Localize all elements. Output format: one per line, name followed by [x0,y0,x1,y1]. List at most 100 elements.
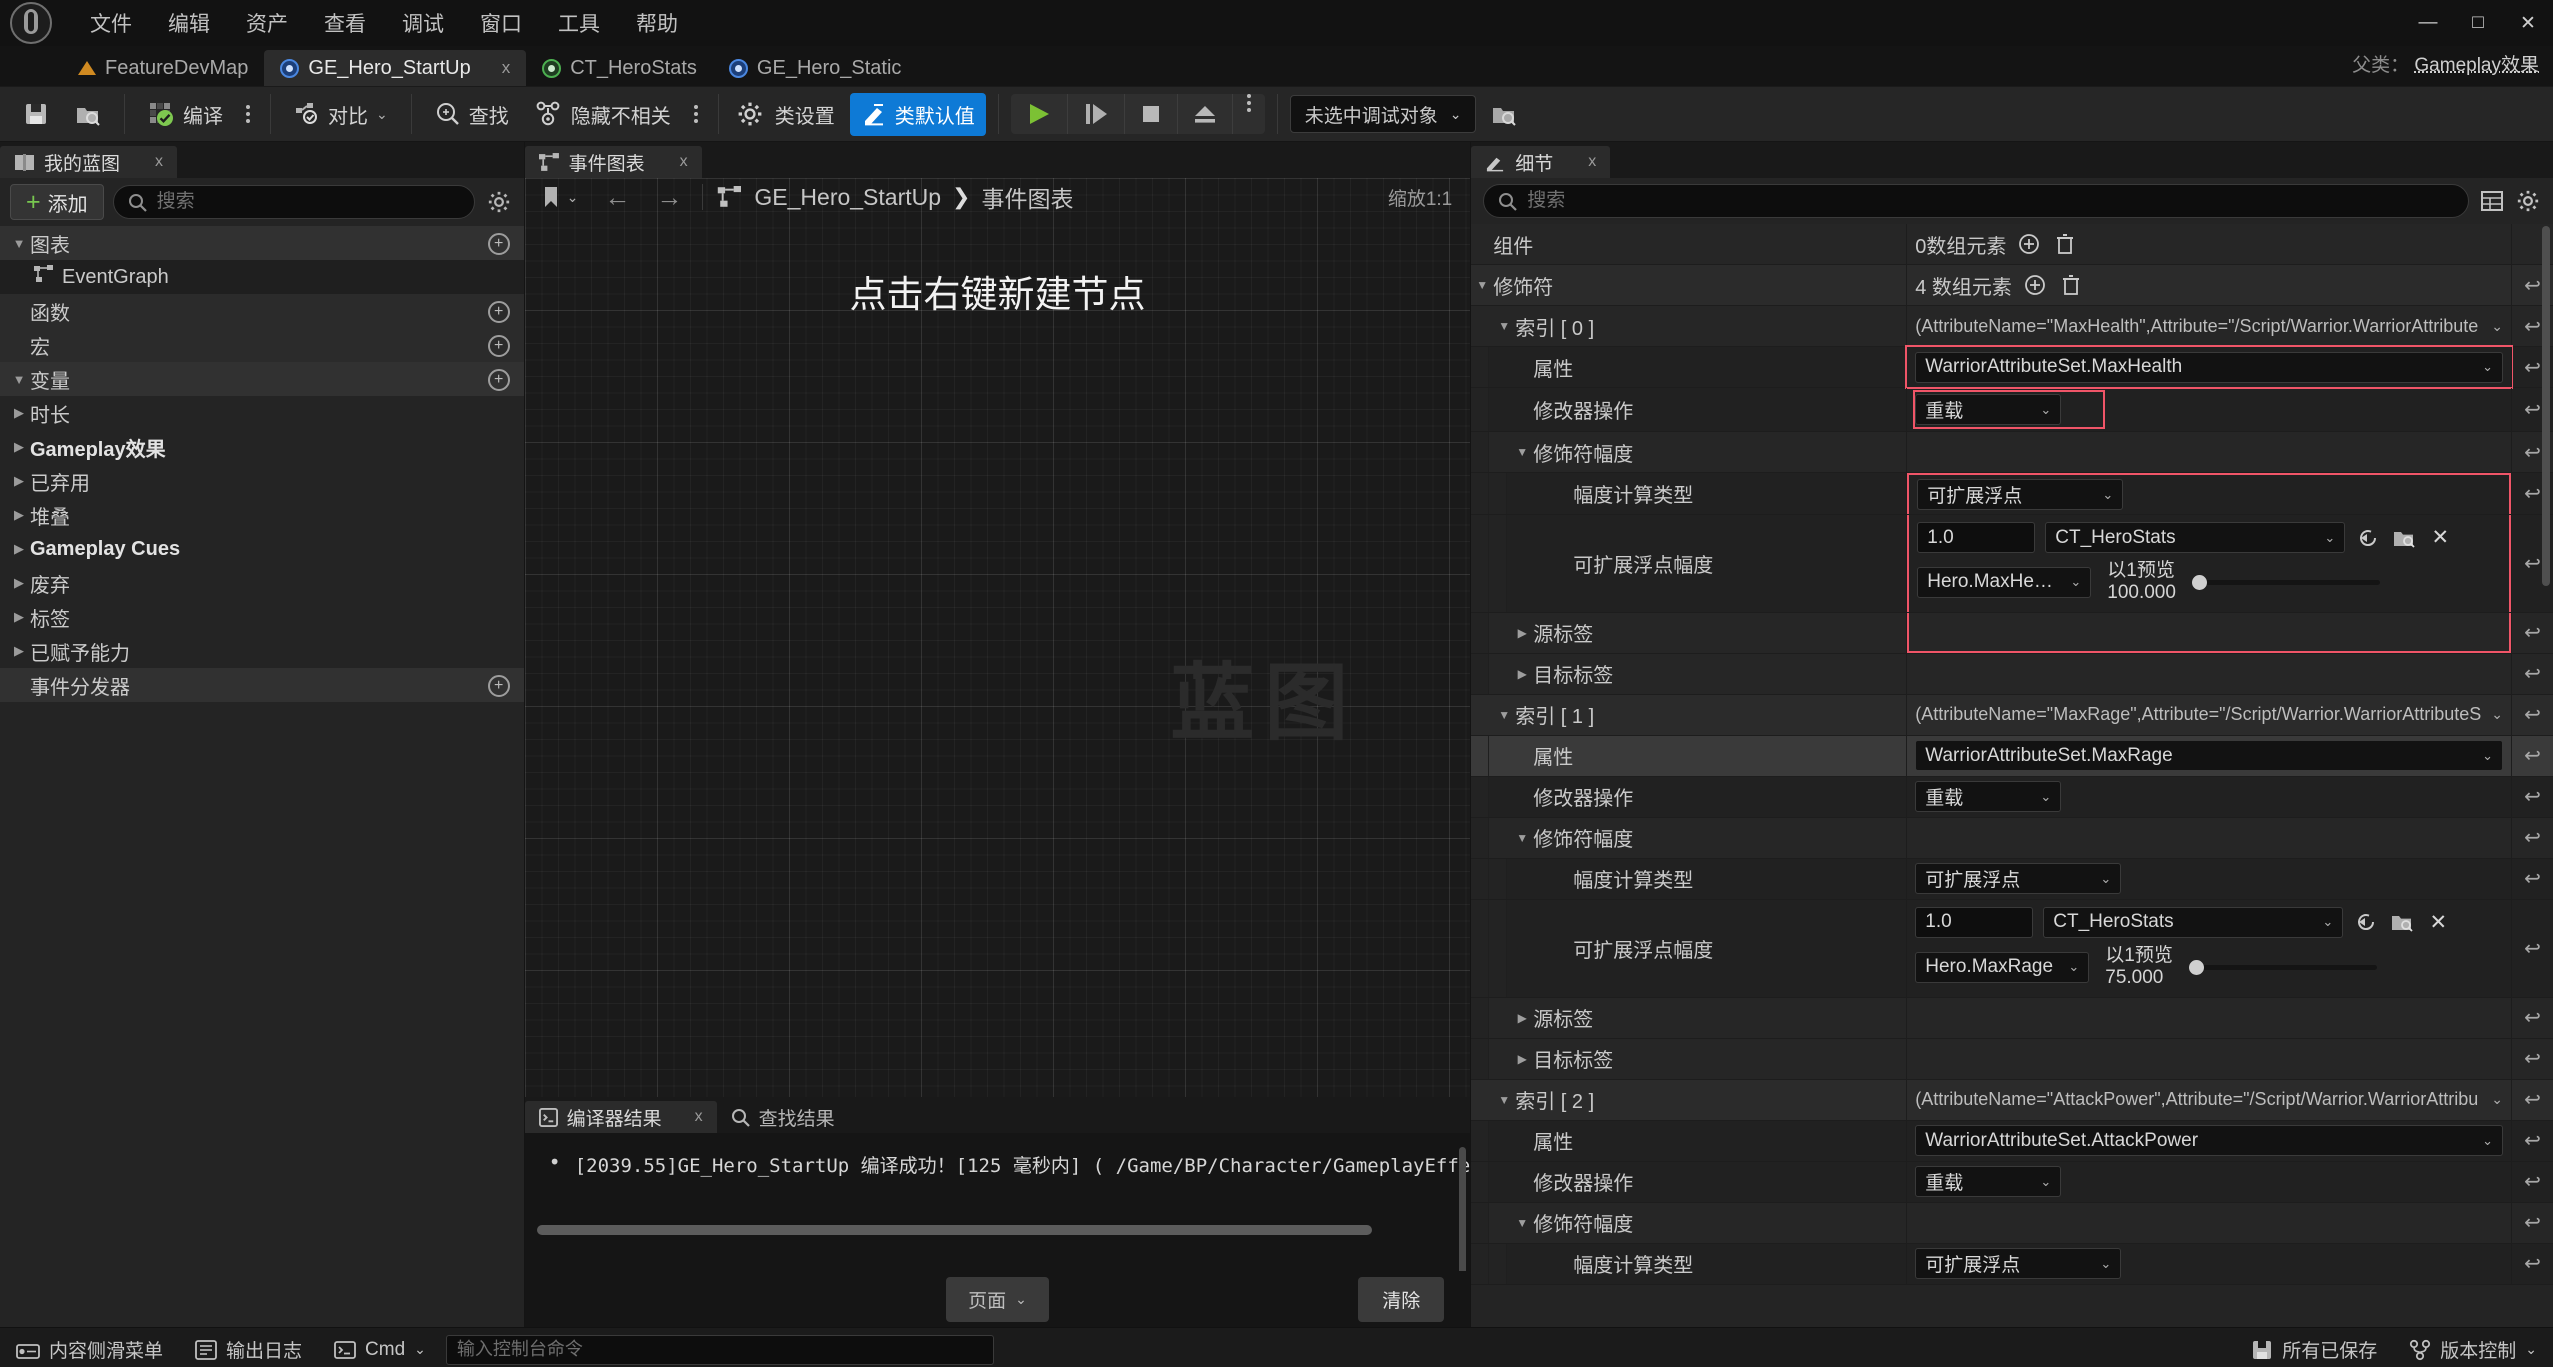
close-window-button[interactable]: ✕ [2503,0,2553,46]
sidebar-item-gameplay-effect[interactable]: ▶ Gameplay效果 [0,430,524,464]
my-blueprint-search[interactable] [113,185,475,219]
sidebar-item-deprecated[interactable]: ▶ 已弃用 [0,464,524,498]
revision-control-button[interactable]: 版本控制 ⌄ [2393,1328,2553,1367]
use-selected-asset-icon[interactable] [2353,909,2379,935]
table-row-scalable-float-1[interactable]: 可扩展浮点幅度 1.0 CT_HeroStats ⌄ ✕ Hero.MaxRag… [1471,900,2553,998]
minimize-button[interactable]: — [2403,0,2453,46]
add-array-element-button[interactable] [2022,272,2048,298]
table-row-index-1[interactable]: ▼ 索引 [ 1 ] (AttributeName="MaxRage",Attr… [1471,695,2553,736]
sidebar-item-gameplay-cues[interactable]: ▶ Gameplay Cues [0,532,524,566]
debug-object-dropdown[interactable]: 未选中调试对象 ⌄ [1290,95,1477,133]
menu-tools[interactable]: 工具 [540,2,618,44]
chevron-down-icon[interactable]: ▼ [1493,1093,1515,1107]
asset-tab-ge-hero-startup[interactable]: GE_Hero_StartUp x [264,50,526,86]
table-row-attribute-2[interactable]: 属性 WarriorAttributeSet.AttackPower ⌄ ↩ [1471,1121,2553,1162]
menu-debug[interactable]: 调试 [384,2,462,44]
tab-compiler-results[interactable]: 编译器结果 x [525,1101,717,1133]
chevron-right-icon[interactable]: ▶ [1511,626,1533,640]
modifier-op-dropdown[interactable]: 重载 ⌄ [1915,394,2061,425]
table-row-magnitude-calc-type-2[interactable]: 幅度计算类型 可扩展浮点 ⌄ ↩ [1471,1244,2553,1285]
sidebar-item-duration[interactable]: ▶ 时长 [0,396,524,430]
compiler-log-horizontal-scrollbar[interactable] [537,1225,1373,1235]
preview-level-slider[interactable] [2189,952,2377,982]
tab-my-blueprint[interactable]: 我的蓝图 x [0,146,177,178]
eject-button[interactable] [1178,94,1233,134]
close-icon[interactable]: x [155,153,163,171]
table-row-modifier-magnitude-1[interactable]: ▼ 修饰符幅度 ↩ [1471,818,2553,859]
reset-button[interactable]: ↩ [2511,998,2553,1038]
sidebar-item-discard[interactable]: ▶ 废弃 [0,566,524,600]
table-row-modifier-op-2[interactable]: 修改器操作 重载 ⌄ ↩ [1471,1162,2553,1203]
search-input[interactable] [157,191,460,213]
delete-array-button[interactable] [2052,231,2078,257]
browse-asset-icon[interactable] [2389,909,2415,935]
sidebar-item-tags[interactable]: ▶ 标签 [0,600,524,634]
table-row-magnitude-calc-type-1[interactable]: 幅度计算类型 可扩展浮点 ⌄ ↩ [1471,859,2553,900]
add-variable-button[interactable]: + [488,367,510,391]
graph-back-button[interactable]: ← [598,182,636,213]
browse-asset-icon[interactable] [2391,525,2417,551]
reset-button[interactable]: ↩ [2511,1039,2553,1079]
table-row-magnitude-calc-type-0[interactable]: 幅度计算类型 可扩展浮点 ⌄ ↩ [1471,473,2553,515]
graph-options-kebab-icon[interactable] [686,105,706,123]
table-row-index-0[interactable]: ▼ 索引 [ 0 ] (AttributeName="MaxHealth",At… [1471,306,2553,347]
bookmark-dropdown[interactable]: ⌄ [537,184,585,210]
section-functions[interactable]: 函数 + [0,294,524,328]
asset-tab-ge-hero-static[interactable]: GE_Hero_Static [713,50,918,86]
delete-array-button[interactable] [2058,272,2084,298]
chevron-down-icon[interactable]: ▼ [1511,1216,1533,1230]
step-button[interactable] [1068,94,1125,134]
reset-button[interactable]: ↩ [2511,1244,2553,1284]
curve-row-dropdown[interactable]: Hero.MaxHealth ⌄ [1917,567,2091,598]
section-graphs[interactable]: ▼ 图表 + [0,226,524,260]
add-event-dispatcher-button[interactable]: + [488,673,510,697]
clear-asset-icon[interactable]: ✕ [2427,525,2453,551]
class-settings-gear-only[interactable] [731,94,769,134]
breadcrumb-asset[interactable]: GE_Hero_StartUp [754,184,941,211]
hide-unrelated-button[interactable]: 隐藏不相关 [524,93,682,136]
reset-button[interactable]: ↩ [2511,736,2553,776]
asset-tab-featuredevmap[interactable]: FeatureDevMap [62,50,264,86]
table-row-source-tags-1[interactable]: ▶ 源标签 ↩ [1471,998,2553,1039]
curve-table-dropdown[interactable]: CT_HeroStats ⌄ [2043,907,2343,938]
table-row-target-tags-0[interactable]: ▶ 目标标签 ↩ [1471,654,2553,695]
unreal-engine-logo-icon[interactable] [0,0,62,46]
diff-button[interactable]: 对比 ⌄ [283,93,399,136]
table-row-attribute-0[interactable]: 属性 WarriorAttributeSet.MaxHealth ⌄ ↩ [1471,347,2553,388]
console-command-input-wrap[interactable] [446,1335,994,1365]
page-dropdown-button[interactable]: 页面 ⌄ [946,1277,1049,1322]
clear-asset-icon[interactable]: ✕ [2425,909,2451,935]
reset-button[interactable]: ↩ [2511,1080,2553,1120]
reset-button[interactable]: ↩ [2511,859,2553,899]
tab-find-results[interactable]: 查找结果 [717,1101,849,1133]
scalable-float-coefficient-input[interactable]: 1.0 [1915,907,2033,938]
table-row-target-tags-1[interactable]: ▶ 目标标签 ↩ [1471,1039,2553,1080]
chevron-down-icon[interactable]: ▼ [1471,278,1493,292]
chevron-down-icon[interactable]: ▼ [1511,445,1533,459]
table-row-index-2[interactable]: ▼ 索引 [ 2 ] (AttributeName="AttackPower",… [1471,1080,2553,1121]
chevron-right-icon[interactable]: ▶ [1511,667,1533,681]
all-saved-button[interactable]: 所有已保存 [2235,1328,2393,1367]
output-log-button[interactable]: 输出日志 [179,1328,318,1367]
class-settings-button[interactable]: 类设置 [773,93,846,136]
compiler-log-vertical-scrollbar[interactable] [1459,1147,1466,1271]
menu-file[interactable]: 文件 [72,2,150,44]
chevron-right-icon[interactable]: ▶ [1511,1011,1533,1025]
sidebar-item-eventgraph[interactable]: EventGraph [0,260,524,294]
section-event-dispatchers[interactable]: 事件分发器 + [0,668,524,702]
magnitude-calc-type-dropdown[interactable]: 可扩展浮点 ⌄ [1915,1248,2121,1279]
add-graph-button[interactable]: + [488,231,510,255]
chevron-down-icon[interactable]: ⌄ [2491,318,2503,335]
table-row-source-tags-0[interactable]: ▶ 源标签 ↩ [1471,613,2553,654]
reset-button[interactable]: ↩ [2511,1121,2553,1161]
menu-asset[interactable]: 资产 [228,2,306,44]
details-vertical-scrollbar[interactable] [2542,226,2550,586]
play-options-kebab-icon[interactable] [1233,94,1265,134]
chevron-down-icon[interactable]: ⌄ [2491,706,2503,723]
add-array-element-button[interactable] [2016,231,2042,257]
reset-button[interactable]: ↩ [2511,818,2553,858]
reset-button[interactable]: ↩ [2511,654,2553,694]
menu-view[interactable]: 查看 [306,2,384,44]
add-function-button[interactable]: + [488,299,510,323]
add-button[interactable]: + 添加 [10,184,104,220]
